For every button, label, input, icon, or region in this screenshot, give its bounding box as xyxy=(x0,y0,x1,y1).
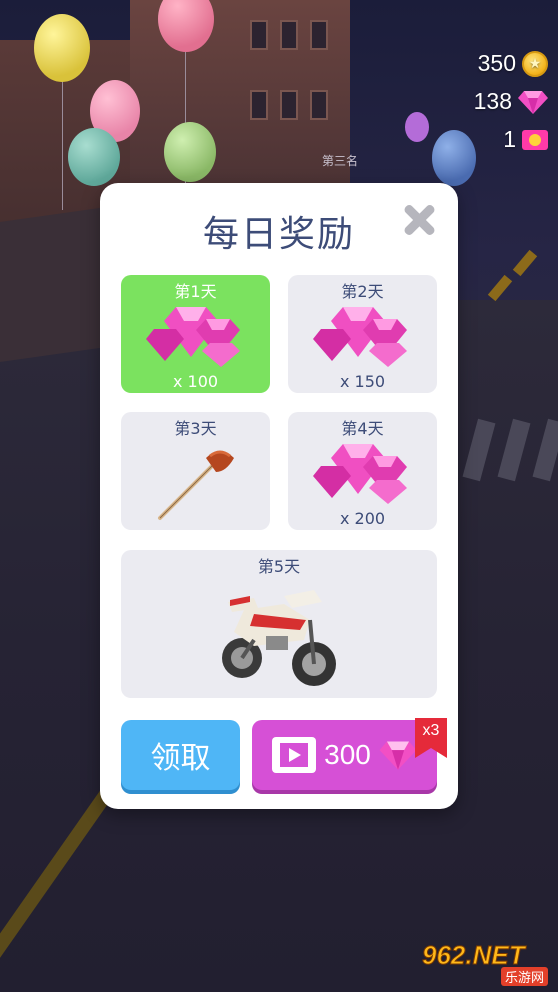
gem-pile-icon xyxy=(312,444,407,504)
coin-count: 350 xyxy=(477,50,516,76)
gem-counter: 138 xyxy=(474,88,548,115)
ticket-counter: 1 xyxy=(503,126,548,153)
reward-day-label: 第3天 xyxy=(174,419,217,438)
reward-day-label: 第5天 xyxy=(257,557,301,576)
reward-card-day5[interactable]: 第5天 xyxy=(121,550,437,698)
gem-pile-icon xyxy=(145,307,240,367)
multiplier-badge: x3 xyxy=(415,718,447,758)
motorcycle-icon xyxy=(222,590,336,686)
reward-card-day2[interactable]: 第2天 x 150 xyxy=(288,275,437,393)
ticket-count: 1 xyxy=(503,126,516,152)
video-reward-amount: 300 xyxy=(324,739,371,770)
sign-text: 第三名 xyxy=(322,154,359,168)
coin-icon: ★ xyxy=(522,50,548,77)
reward-quantity: x 150 xyxy=(339,372,386,391)
gem-count: 138 xyxy=(473,88,512,114)
purple-balloon-icon xyxy=(405,112,429,142)
gem-pile-icon xyxy=(312,307,407,367)
pink-gem-icon xyxy=(379,741,417,770)
reward-card-day4[interactable]: 第4天 x 200 xyxy=(288,412,437,530)
teal-balloon-icon xyxy=(68,128,120,186)
reward-card-day3[interactable]: 第3天 xyxy=(121,412,270,530)
watch-video-button[interactable]: 300 x3 xyxy=(252,718,447,790)
blue-balloon-icon xyxy=(432,130,476,186)
video-icon xyxy=(272,737,317,773)
balloon-string xyxy=(62,70,63,210)
building-window xyxy=(280,20,298,50)
building-window xyxy=(310,20,328,50)
plunger-icon xyxy=(157,450,234,520)
coin-counter: 350 ★ xyxy=(478,50,548,77)
reward-card-day1[interactable]: 第1天 x 100 xyxy=(121,275,270,393)
building-window xyxy=(310,90,328,120)
building-window xyxy=(280,90,298,120)
building-window xyxy=(250,20,268,50)
green-balloon-icon xyxy=(164,122,216,182)
watermark-logo: 962.NET 乐游网 xyxy=(422,940,552,986)
daily-reward-dialog: 每日奖励 第1天 x 100 第2天 x 150 第3天 第4天 x 200 第… xyxy=(100,183,458,809)
reward-quantity: x 200 xyxy=(339,509,386,528)
watermark-subtitle: 乐游网 xyxy=(500,967,548,986)
building-window xyxy=(250,90,268,120)
ticket-icon xyxy=(522,129,548,150)
yellow-balloon-icon xyxy=(34,14,90,82)
pink-gem-icon xyxy=(518,90,548,114)
close-icon[interactable] xyxy=(400,201,438,239)
claim-button[interactable]: 领取 xyxy=(121,720,240,790)
reward-quantity: x 100 xyxy=(172,372,219,391)
